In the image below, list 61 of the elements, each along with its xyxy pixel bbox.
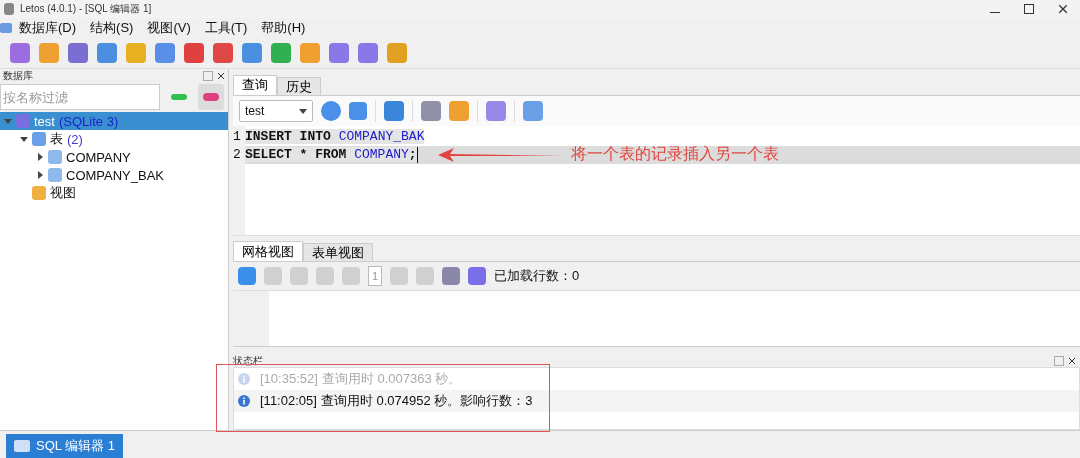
collapse-arrow-icon[interactable] [20,135,28,143]
message-time: [11:02:05] [260,393,317,409]
filter-field[interactable]: 按名称过滤 [0,84,160,110]
tree-label: test [34,113,55,129]
menu-item[interactable]: 工具(T) [197,19,255,37]
text-cursor [416,146,418,163]
annotation-text: 将一个表的记录插入另一个表 [570,144,779,164]
menu-item[interactable]: 帮助(H) [254,19,313,37]
close-icon[interactable] [217,71,225,80]
tree-label: 视图 [50,184,76,202]
menu-item[interactable]: 结构(S) [83,19,141,37]
menu-item[interactable]: 数据库(D) [12,19,84,37]
editor-tab[interactable]: 历史 [277,76,321,95]
toolbar-icon[interactable] [387,43,407,63]
loaded-rows-text: 已加载行数：0 [494,267,580,286]
tree-count: (2) [67,131,83,147]
toolbar-icon[interactable] [300,43,320,63]
maximize-icon[interactable] [1024,3,1034,14]
toolbar-icon[interactable] [184,43,204,63]
toolbar-icon[interactable] [126,43,146,63]
menu-item[interactable]: 视图(V) [140,19,198,37]
minimize-icon[interactable] [990,11,1000,14]
close-icon[interactable] [1058,3,1068,14]
window-title: Letos (4.0.1) - [SQL 编辑器 1] [20,2,153,16]
toolbar-icon[interactable] [97,43,117,63]
tree-item[interactable]: 视图 [0,184,228,202]
expand-arrow-icon[interactable] [36,171,44,179]
info-icon [238,372,250,385]
toolbar-icon[interactable] [271,43,291,63]
tree-item[interactable]: 表 (2) [0,130,228,148]
toolbar-icon[interactable] [329,43,349,63]
run-icon[interactable] [321,100,341,121]
info-icon [238,394,250,407]
toolbar-icon[interactable] [10,43,30,63]
toolbar-icon[interactable] [213,43,233,63]
toolbar-icon[interactable] [155,43,175,63]
message-text: 查询用时 0.007363 秒。 [321,369,462,388]
expand-arrow-icon[interactable] [36,153,44,161]
row-header-column [233,291,269,346]
close-icon[interactable] [1068,356,1076,365]
message-time: [10:35:52] [260,371,318,387]
toolbar-icon[interactable] [358,43,378,63]
toolbar-icon[interactable] [242,43,262,63]
editor-task-tab[interactable]: SQL 编辑器 1 [6,434,123,458]
toolbar-icon[interactable] [39,43,59,63]
caret-icon [299,106,307,115]
tree-label: COMPANY_BAK [66,167,164,183]
tree-item[interactable]: COMPANY_BAK [0,166,228,184]
toolbar-icon[interactable] [68,43,88,63]
tree-count: (SQLite 3) [58,113,119,129]
message-text: 查询用时 0.074952 秒。影响行数：3 [320,391,533,410]
panel-title: 数据库 [3,68,34,83]
result-tab[interactable]: 网格视图 [233,241,303,262]
tree-label: COMPANY [66,149,131,165]
result-tab[interactable]: 表单视图 [303,243,373,262]
tree-label: 表 [50,130,63,148]
line-number: 1 [233,127,242,146]
database-select[interactable]: test [239,99,313,122]
line-number: 2 [233,145,242,164]
editor-tab[interactable]: 查询 [233,74,277,95]
tree-item[interactable]: COMPANY [0,148,228,166]
